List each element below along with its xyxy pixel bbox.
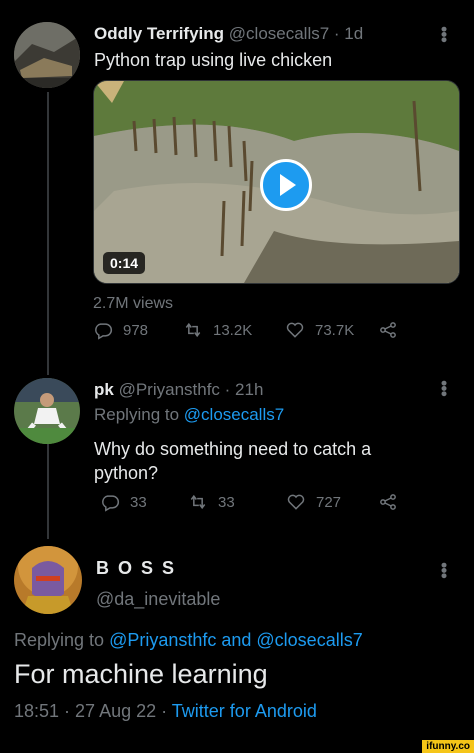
like-count: 73.7K	[315, 321, 355, 339]
reply-button[interactable]: 33	[100, 492, 147, 512]
retweet-button[interactable]: 13.2K	[183, 320, 252, 340]
author-handle[interactable]: @Priyansthfc · 21h	[119, 380, 264, 399]
like-count: 727	[316, 493, 342, 511]
avatar[interactable]	[14, 546, 82, 614]
mention-link[interactable]: @closecalls7	[184, 405, 284, 424]
play-icon[interactable]	[260, 159, 312, 211]
more-icon[interactable]: •••	[434, 380, 454, 396]
like-button[interactable]: 73.7K	[285, 320, 354, 340]
share-icon	[380, 494, 396, 510]
retweet-icon	[185, 322, 201, 338]
reply-icon	[95, 323, 113, 340]
like-icon	[286, 322, 304, 338]
timestamp[interactable]: 18:51 · 27 Aug 22 ·	[14, 701, 172, 721]
avatar[interactable]	[14, 22, 80, 88]
author-handle[interactable]: @da_inevitable	[96, 589, 220, 610]
tweet-text-line: python?	[94, 463, 159, 483]
share-button[interactable]	[378, 320, 398, 340]
reply-count: 978	[123, 321, 149, 339]
author-name[interactable]: Oddly Terrifying	[94, 24, 224, 43]
tweet-text: Python trap using live chicken	[94, 50, 333, 70]
thread-line	[47, 436, 49, 539]
retweet-count: 33	[218, 493, 235, 511]
avatar[interactable]	[14, 378, 80, 444]
video-duration: 0:14	[103, 252, 146, 274]
like-icon	[287, 494, 305, 510]
like-button[interactable]: 727	[286, 492, 341, 512]
mention-link[interactable]: @Priyansthfc and @closecalls7	[109, 630, 363, 650]
retweet-count: 13.2K	[213, 321, 253, 339]
reply-icon	[102, 495, 120, 512]
author-name[interactable]: pk	[94, 380, 114, 399]
reply-button[interactable]: 978	[93, 320, 148, 340]
more-icon[interactable]: •••	[434, 562, 454, 578]
reply-count: 33	[130, 493, 147, 511]
tweet-text: Why do something need to catch a python?	[94, 437, 371, 485]
tweet-source[interactable]: Twitter for Android	[172, 701, 317, 721]
thread-line	[47, 92, 49, 375]
video-player[interactable]: 0:14	[93, 80, 460, 284]
replying-label: Replying to	[94, 405, 184, 424]
share-button[interactable]	[378, 492, 398, 512]
share-icon	[380, 322, 396, 338]
view-count: 2.7M views	[93, 295, 174, 312]
tweet-text-line: Why do something need to catch a	[94, 439, 372, 459]
retweet-button[interactable]: 33	[188, 492, 235, 512]
replying-label: Replying to	[14, 630, 110, 650]
retweet-icon	[190, 494, 206, 510]
author-name[interactable]: B O S S	[96, 558, 176, 579]
author-handle[interactable]: @closecalls7 · 1d	[229, 24, 363, 43]
tweet-text: For machine learning	[14, 659, 268, 689]
watermark: ifunny.co	[422, 740, 474, 753]
more-icon[interactable]: •••	[434, 26, 454, 42]
